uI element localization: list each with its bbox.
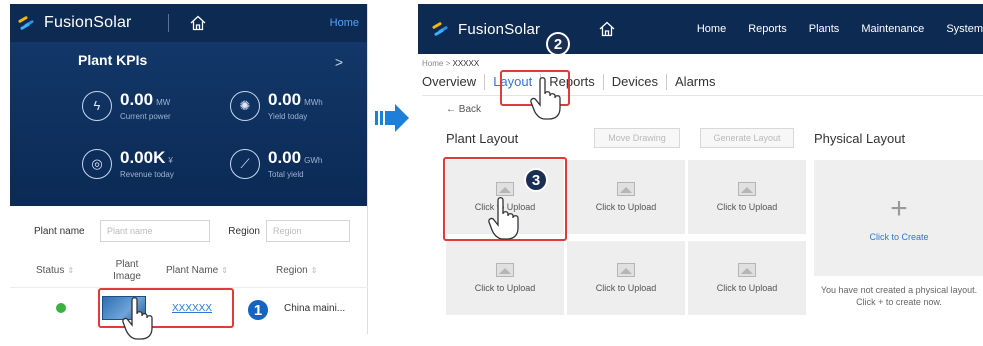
plus-icon[interactable]: + — [890, 194, 908, 224]
move-drawing-button[interactable]: Move Drawing — [594, 128, 680, 148]
col-plant-image: Plant Image — [113, 258, 141, 282]
upload-tile[interactable]: Click to Upload — [446, 241, 564, 315]
kpi-value: 0.00 — [268, 148, 302, 167]
step-badge-3: 3 — [524, 168, 548, 192]
tab-overview[interactable]: Overview — [422, 74, 484, 89]
main-nav: Home Reports Plants Maintenance System — [697, 23, 983, 35]
home-link[interactable]: Home — [330, 17, 359, 29]
app-logo-text: FusionSolar — [458, 20, 541, 38]
upload-label: Click to Upload — [716, 283, 778, 293]
region-cell: China maini... — [284, 302, 346, 314]
kpi-unit: ¥ — [168, 156, 173, 165]
breadcrumb-current: XXXXX — [452, 59, 480, 68]
web-portal-panel: FusionSolar Home Reports Plants Maintena… — [418, 4, 983, 334]
sort-icon[interactable]: ⇕ — [311, 266, 318, 275]
home-icon[interactable] — [598, 20, 616, 38]
sort-icon[interactable]: ⇕ — [221, 266, 228, 275]
image-icon — [738, 263, 756, 277]
image-icon — [496, 263, 514, 277]
highlight-plant-row — [98, 288, 234, 328]
empty-physical-layout-message: You have not created a physical layout. … — [820, 285, 978, 307]
image-icon — [617, 263, 635, 277]
nav-maintenance[interactable]: Maintenance — [861, 23, 924, 35]
home-icon[interactable] — [189, 14, 207, 32]
breadcrumb-separator: > — [445, 59, 451, 68]
step-badge-2: 2 — [546, 32, 570, 56]
kpi-revenue-today: ◎ 0.00K ¥ Revenue today — [82, 148, 174, 179]
fusionsolar-logo-icon — [17, 15, 38, 31]
plant-name-label: Plant name — [34, 225, 85, 237]
upload-tile[interactable]: Click to Upload — [567, 241, 685, 315]
sort-icon[interactable]: ⇕ — [67, 266, 74, 275]
upload-label: Click to Upload — [595, 283, 657, 293]
nav-home[interactable]: Home — [697, 23, 726, 35]
plant-kpis-card[interactable]: Plant KPIs > ϟ 0.00 MW Current power ✺ 0.… — [10, 42, 367, 206]
col-plant-name[interactable]: Plant Name ⇕ — [166, 265, 266, 276]
gear-sun-icon: ✺ — [230, 90, 260, 121]
kpi-current-power: ϟ 0.00 MW Current power — [82, 90, 171, 121]
upload-label: Click to Upload — [474, 283, 536, 293]
kpi-unit: MWh — [304, 98, 323, 107]
upload-label: Click to Upload — [716, 202, 778, 212]
col-region[interactable]: Region ⇕ — [276, 265, 317, 276]
plant-filter-bar: Plant name Plant name Region Region — [10, 216, 368, 246]
tab-devices[interactable]: Devices — [604, 74, 666, 89]
layout-toolbar: Plant Layout Move Drawing Generate Layou… — [418, 126, 983, 150]
chevron-right-icon[interactable]: > — [335, 54, 343, 70]
kpi-value: 0.00K — [120, 148, 166, 167]
kpi-label: Revenue today — [120, 170, 174, 179]
plant-name-input[interactable]: Plant name — [100, 220, 210, 242]
divider — [167, 14, 169, 32]
kpi-label: Current power — [120, 112, 171, 121]
breadcrumb: Home > XXXXX — [422, 59, 983, 68]
fusionsolar-logo-icon — [431, 21, 452, 37]
right-top-bar: FusionSolar Home Reports Plants Maintena… — [418, 4, 983, 56]
kpi-total-yield: ⟋ 0.00 GWh Total yield — [230, 148, 322, 179]
upload-tile[interactable]: Click to Upload — [567, 160, 685, 234]
flow-arrow-icon — [375, 104, 409, 132]
mobile-app-panel: FusionSolar Home Plant KPIs > ϟ 0.00 MW C… — [10, 4, 368, 340]
nav-system[interactable]: System — [946, 23, 983, 35]
generate-layout-button[interactable]: Generate Layout — [700, 128, 794, 148]
kpi-label: Total yield — [268, 170, 304, 179]
pointer-hand-icon — [530, 77, 561, 120]
create-physical-layout[interactable]: + Click to Create — [814, 160, 983, 276]
nav-reports[interactable]: Reports — [748, 23, 787, 35]
region-label: Region — [228, 225, 260, 237]
chart-icon: ⟋ — [230, 148, 260, 179]
plant-layout-title: Plant Layout — [446, 130, 519, 146]
create-label[interactable]: Click to Create — [869, 232, 928, 242]
kpi-yield-today: ✺ 0.00 MWh Yield today — [230, 90, 323, 121]
coins-icon: ◎ — [82, 148, 112, 179]
status-dot — [56, 303, 66, 313]
region-select[interactable]: Region — [266, 220, 350, 242]
pointer-hand-icon — [122, 297, 153, 340]
upload-tile[interactable]: Click to Upload — [688, 241, 806, 315]
plant-table-header: Status ⇕ Plant Image Plant Name ⇕ Region ⇕ — [10, 254, 368, 288]
step-badge-1: 1 — [246, 298, 270, 322]
breadcrumb-home[interactable]: Home — [422, 59, 443, 68]
kpi-label: Yield today — [268, 112, 308, 121]
pointer-hand-icon — [488, 197, 519, 240]
image-icon — [617, 182, 635, 196]
kpi-value: 0.00 — [268, 90, 302, 109]
upload-label: Click to Upload — [595, 202, 657, 212]
physical-layout-title: Physical Layout — [814, 130, 906, 146]
image-icon — [738, 182, 756, 196]
upload-tile[interactable]: Click to Upload — [688, 160, 806, 234]
kpi-title: Plant KPIs — [78, 52, 148, 68]
kpi-value: 0.00 — [120, 90, 154, 109]
kpi-unit: GWh — [304, 156, 323, 165]
left-top-bar: FusionSolar Home — [10, 4, 367, 42]
lightning-icon: ϟ — [82, 90, 112, 121]
kpi-unit: MW — [156, 98, 171, 107]
nav-plants[interactable]: Plants — [809, 23, 840, 35]
app-logo-text: FusionSolar — [44, 14, 132, 31]
tab-alarms[interactable]: Alarms — [667, 74, 723, 89]
col-status[interactable]: Status ⇕ — [36, 265, 104, 276]
